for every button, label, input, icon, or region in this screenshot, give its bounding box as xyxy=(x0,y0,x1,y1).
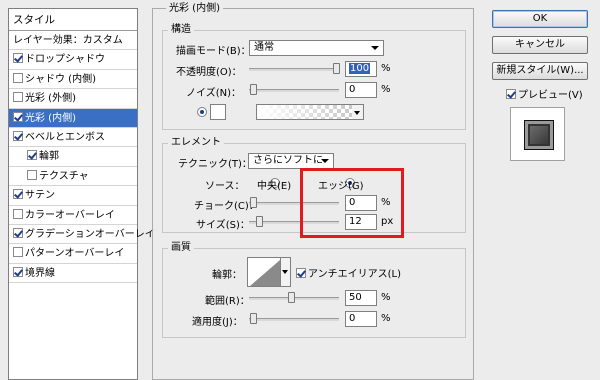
noise-input[interactable]: 0 xyxy=(345,82,377,98)
style-item-checkbox[interactable] xyxy=(13,130,23,141)
contour-dropdown-arrow[interactable] xyxy=(281,257,291,287)
panel-title: 光彩 (内側) xyxy=(166,3,223,15)
style-item-checkbox[interactable] xyxy=(13,72,23,83)
chevron-down-icon xyxy=(371,46,379,50)
ok-button[interactable]: OK xyxy=(492,10,588,28)
antialias-checkbox-row[interactable]: アンチエイリアス(L) xyxy=(296,265,401,280)
glow-color-swatch[interactable] xyxy=(210,104,226,120)
style-item-checkbox[interactable] xyxy=(27,169,37,180)
blend-mode-value: 通常 xyxy=(254,42,274,53)
jitter-input[interactable]: 0 xyxy=(345,311,377,327)
technique-dropdown[interactable]: さらにソフトに xyxy=(248,153,334,169)
cancel-button[interactable]: キャンセル xyxy=(492,36,588,54)
opacity-unit: % xyxy=(381,63,391,74)
styles-list: スタイル レイヤー効果：カスタム ドロップシャドウ シャドウ (内側) 光彩 (外側)… xyxy=(8,8,155,380)
style-item-label: パターンオーバーレイ xyxy=(25,248,125,260)
contour-curve-icon xyxy=(250,260,280,286)
opacity-input[interactable]: 100 xyxy=(345,61,377,77)
style-item-label: ベベルとエンボス xyxy=(25,131,105,143)
style-item-label: 境界線 xyxy=(25,267,55,279)
style-item[interactable]: 境界線 xyxy=(9,264,137,284)
style-item[interactable]: グラデーションオーバーレイ xyxy=(9,225,155,245)
preview-checkbox[interactable] xyxy=(506,89,516,99)
style-item-label: シャドウ (内側) xyxy=(25,73,96,85)
opacity-slider-track[interactable] xyxy=(249,68,339,71)
contour-picker[interactable] xyxy=(247,257,281,287)
style-item[interactable]: ドロップシャドウ xyxy=(9,50,137,70)
chevron-down-icon xyxy=(321,159,329,163)
jitter-label: 適用度(J)： xyxy=(192,317,243,328)
style-item-label: 輪郭 xyxy=(39,151,59,163)
style-item-checkbox[interactable] xyxy=(13,53,23,64)
choke-slider-thumb[interactable] xyxy=(250,197,257,208)
source-label: ソース： xyxy=(205,181,245,192)
style-item-checkbox[interactable] xyxy=(13,111,23,122)
glow-gradient-picker[interactable] xyxy=(256,104,353,120)
style-item-label: サテン xyxy=(25,190,55,202)
size-label: サイズ(S)： xyxy=(196,220,250,231)
noise-slider-track[interactable] xyxy=(249,89,339,92)
antialias-label: アンチエイリアス(L) xyxy=(308,269,401,280)
range-input[interactable]: 50 xyxy=(345,290,377,306)
preview-swatch xyxy=(524,120,554,150)
elements-title: エレメント xyxy=(168,137,224,149)
style-item-checkbox[interactable] xyxy=(13,189,23,200)
style-item-checkbox[interactable] xyxy=(13,92,23,103)
style-item-label: テクスチャ xyxy=(39,170,89,182)
style-item-label: ドロップシャドウ xyxy=(25,54,105,66)
jitter-slider-track[interactable] xyxy=(249,318,339,321)
style-item-checkbox[interactable] xyxy=(13,266,23,277)
highlight-annotation xyxy=(300,168,404,238)
noise-slider-thumb[interactable] xyxy=(250,84,257,95)
opacity-label: 不透明度(O)： xyxy=(176,67,242,78)
opacity-slider-thumb[interactable] xyxy=(333,63,340,74)
style-item[interactable]: カラーオーバーレイ xyxy=(9,206,137,225)
style-item[interactable]: レイヤー効果：カスタム xyxy=(9,31,137,51)
range-label: 範囲(R)： xyxy=(205,296,250,307)
opacity-value: 100 xyxy=(349,63,371,74)
style-item[interactable]: パターンオーバーレイ xyxy=(9,244,137,264)
new-style-button[interactable]: 新規スタイル(W)... xyxy=(492,62,588,80)
styles-header[interactable]: スタイル xyxy=(9,9,137,31)
quality-title: 画質 xyxy=(168,242,194,254)
noise-label: ノイズ(N)： xyxy=(186,88,241,99)
style-item-checkbox[interactable] xyxy=(27,150,37,161)
style-preview xyxy=(510,107,565,161)
style-item[interactable]: サテン xyxy=(9,186,137,206)
technique-value: さらにソフトに xyxy=(253,155,323,166)
style-item[interactable]: テクスチャ xyxy=(9,167,137,187)
style-item-checkbox[interactable] xyxy=(13,208,23,219)
antialias-checkbox[interactable] xyxy=(296,268,306,278)
style-item-label: 光彩 (外側) xyxy=(25,93,76,105)
contour-label: 輪郭： xyxy=(212,270,242,281)
blend-mode-label: 描画モード(B)： xyxy=(176,46,251,57)
style-item[interactable]: 光彩 (内側) xyxy=(9,108,137,128)
jitter-slider-thumb[interactable] xyxy=(250,313,257,324)
style-item[interactable]: 輪郭 xyxy=(9,147,137,167)
style-item-label: グラデーションオーバーレイ xyxy=(25,228,155,240)
gradient-dropdown-arrow[interactable] xyxy=(352,104,364,120)
blend-mode-dropdown[interactable]: 通常 xyxy=(249,40,384,56)
source-center-label[interactable]: 中央(E) xyxy=(257,177,291,192)
size-slider-thumb[interactable] xyxy=(256,216,263,227)
style-item-label: カラーオーバーレイ xyxy=(25,209,115,221)
style-item-checkbox[interactable] xyxy=(13,227,23,238)
range-slider-thumb[interactable] xyxy=(288,292,295,303)
style-item[interactable]: ベベルとエンボス xyxy=(9,128,137,148)
style-item-label: レイヤー効果：カスタム xyxy=(13,35,123,46)
range-unit: % xyxy=(381,292,391,303)
noise-unit: % xyxy=(381,84,391,95)
color-radio[interactable] xyxy=(197,107,207,117)
technique-label: テクニック(T)： xyxy=(178,159,252,170)
preview-checkbox-row[interactable]: プレビュー(V) xyxy=(506,86,583,101)
style-item-label: 光彩 (内側) xyxy=(25,112,76,124)
preview-label: プレビュー(V) xyxy=(518,90,583,101)
structure-title: 構造 xyxy=(168,24,194,36)
style-item[interactable]: 光彩 (外側) xyxy=(9,89,137,109)
jitter-unit: % xyxy=(381,313,391,324)
style-item[interactable]: シャドウ (内側) xyxy=(9,70,137,90)
style-item-checkbox[interactable] xyxy=(13,247,23,258)
